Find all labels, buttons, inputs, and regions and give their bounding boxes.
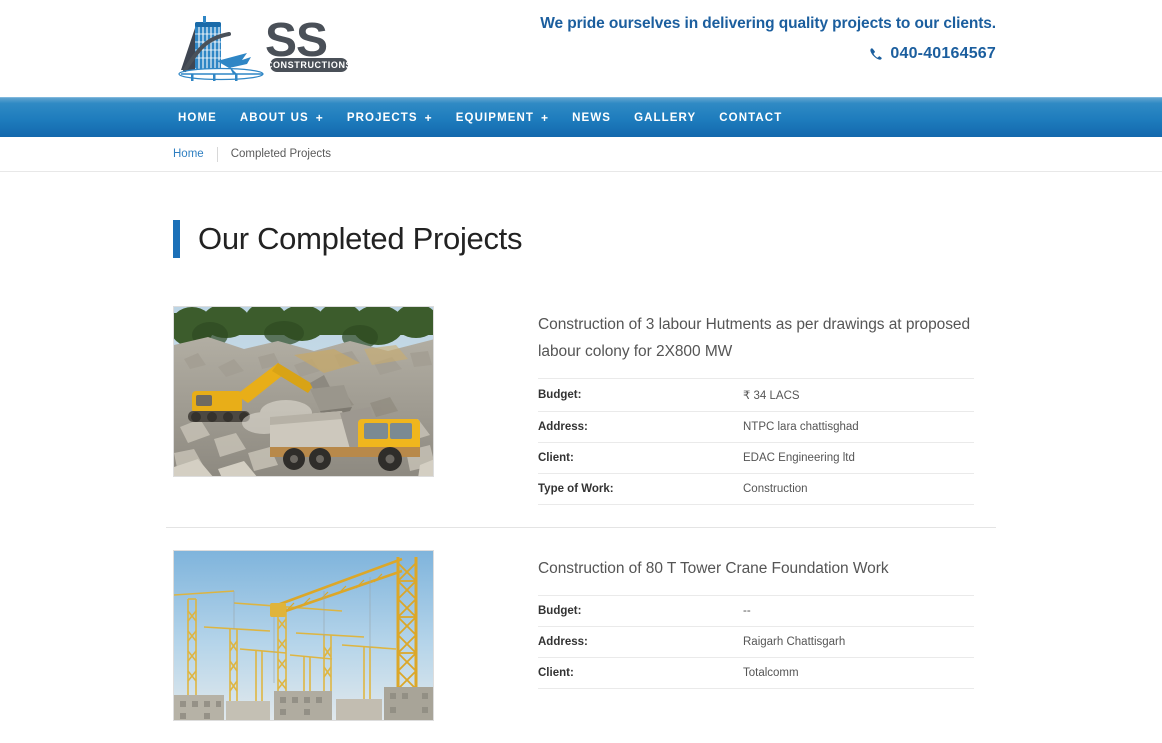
page-title-block: Our Completed Projects xyxy=(166,199,996,279)
main-navigation: HOME ABOUT US + PROJECTS + EQUIPMENT + N… xyxy=(0,97,1162,137)
spec-value: EDAC Engineering ltd xyxy=(743,451,855,464)
plus-icon: + xyxy=(541,110,550,125)
logo-subtext: CONSTRUCTIONS xyxy=(266,60,352,70)
project-title: Construction of 3 labour Hutments as per… xyxy=(538,315,971,360)
site-logo[interactable]: SS CONSTRUCTIONS xyxy=(173,8,363,88)
project-details: Construction of 80 T Tower Crane Foundat… xyxy=(538,550,996,721)
site-header: SS CONSTRUCTIONS We pride ourselves in d… xyxy=(0,0,1162,97)
nav-label: PROJECTS xyxy=(346,111,418,124)
breadcrumb-bar: Home Completed Projects xyxy=(0,137,1162,172)
project-thumbnail-column xyxy=(173,305,538,505)
spec-key: Client: xyxy=(538,451,574,464)
spec-value: Construction xyxy=(743,482,808,495)
phone-number: 040-40164567 xyxy=(890,45,996,62)
nav-label: CONTACT xyxy=(719,111,783,124)
breadcrumb-link-home[interactable]: Home xyxy=(173,148,204,160)
spec-key: Address: xyxy=(538,420,588,433)
title-accent-bar xyxy=(173,219,180,258)
spec-value: -- xyxy=(743,604,751,617)
spec-key: Type of Work: xyxy=(538,482,614,495)
project-spec-table: Budget: -- Address: Raigarh Chattisgarh … xyxy=(538,595,974,689)
nav-item-gallery[interactable]: GALLERY xyxy=(634,112,696,124)
spec-value: Totalcomm xyxy=(743,666,799,679)
spec-key: Address: xyxy=(538,635,588,648)
nav-label: GALLERY xyxy=(634,111,697,124)
project-title: Construction of 80 T Tower Crane Foundat… xyxy=(538,559,889,577)
project-image-quarry[interactable] xyxy=(173,305,434,477)
breadcrumb-current: Completed Projects xyxy=(230,148,332,160)
table-row: Budget: -- xyxy=(538,595,974,626)
project-details: Construction of 3 labour Hutments as per… xyxy=(538,306,996,505)
page-title: Our Completed Projects xyxy=(198,220,523,256)
project-spec-table: Budget: ₹ 34 LACS Address: NTPC lara cha… xyxy=(538,378,974,505)
table-row: Address: Raigarh Chattisgarh xyxy=(538,626,974,657)
project-image-tower-cranes[interactable] xyxy=(173,549,434,721)
nav-item-projects[interactable]: PROJECTS + xyxy=(347,112,433,124)
spec-value: NTPC lara chattisghad xyxy=(743,420,859,433)
nav-label: EQUIPMENT xyxy=(455,111,535,124)
main-content: Our Completed Projects Construction of 3… xyxy=(166,172,996,743)
table-row: Budget: ₹ 34 LACS xyxy=(538,378,974,411)
spec-key: Budget: xyxy=(538,604,582,617)
nav-item-about-us[interactable]: ABOUT US + xyxy=(240,112,324,124)
nav-label: HOME xyxy=(178,111,217,124)
project-item: Construction of 3 labour Hutments as per… xyxy=(166,305,996,527)
nav-item-contact[interactable]: CONTACT xyxy=(719,112,782,124)
table-row: Client: EDAC Engineering ltd xyxy=(538,442,974,473)
table-row: Address: NTPC lara chattisghad xyxy=(538,411,974,442)
spec-key: Budget: xyxy=(538,388,582,401)
header-tagline: We pride ourselves in delivering quality… xyxy=(540,15,996,32)
header-contact-block: We pride ourselves in delivering quality… xyxy=(476,14,996,63)
nav-item-news[interactable]: NEWS xyxy=(572,112,611,124)
spec-value: Raigarh Chattisgarh xyxy=(743,635,846,648)
spec-key: Client: xyxy=(538,666,574,679)
nav-label: NEWS xyxy=(572,111,612,124)
header-phone[interactable]: 040-40164567 xyxy=(476,45,996,63)
nav-item-home[interactable]: HOME xyxy=(178,112,217,124)
table-row: Client: Totalcomm xyxy=(538,657,974,689)
nav-label: ABOUT US xyxy=(239,111,309,124)
project-thumbnail-column xyxy=(173,549,538,721)
phone-icon xyxy=(869,47,883,61)
breadcrumb: Home Completed Projects xyxy=(166,137,996,171)
spec-value: ₹ 34 LACS xyxy=(743,389,800,402)
nav-items-container: HOME ABOUT US + PROJECTS + EQUIPMENT + N… xyxy=(166,98,996,137)
plus-icon: + xyxy=(424,110,433,125)
breadcrumb-separator xyxy=(216,146,218,162)
plus-icon: + xyxy=(315,110,324,125)
project-item: Construction of 80 T Tower Crane Foundat… xyxy=(166,526,996,743)
nav-item-equipment[interactable]: EQUIPMENT + xyxy=(456,112,549,124)
table-row: Type of Work: Construction xyxy=(538,473,974,505)
